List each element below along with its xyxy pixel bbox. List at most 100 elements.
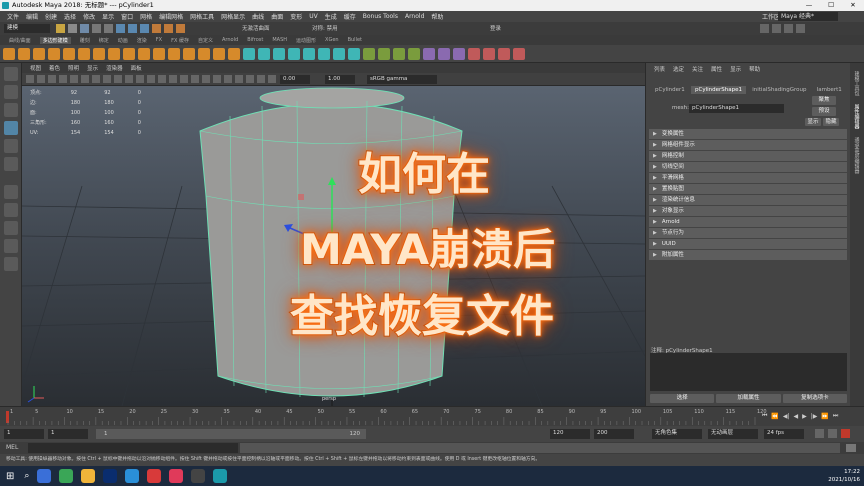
focus-button[interactable]: 聚焦 [812,96,836,105]
vtab-modeling-toolkit[interactable]: 建模工具包 [854,71,861,96]
menu-bonus-tools[interactable]: Bonus Tools [363,13,398,20]
anim-start-field[interactable]: 1 [4,429,44,439]
separate-icon[interactable] [258,47,270,60]
planar-mapping-icon[interactable] [438,47,450,60]
shelf-tab-bifrost[interactable]: Bifrost [247,37,263,43]
poly-cylinder-icon[interactable] [33,47,45,60]
ae-menu-help[interactable]: 帮助 [749,65,760,73]
poly-cone-icon[interactable] [48,47,60,60]
menu-set-dropdown[interactable]: 建模 [4,24,50,33]
bookmarks-icon[interactable] [48,75,56,83]
uv-editor-icon[interactable] [423,47,435,60]
image-plane-icon[interactable] [59,75,67,83]
target-weld-icon[interactable] [378,47,390,60]
shelf-tab-rendering[interactable]: 渲染 [137,37,147,44]
layout-graph-icon[interactable] [3,257,18,271]
menu-cache[interactable]: 缓存 [344,12,356,21]
ae-tab-material[interactable]: lambert1 [813,86,846,94]
smooth-icon[interactable] [273,47,285,60]
wps-icon[interactable] [147,469,162,483]
vp-menu-renderer[interactable]: 渲染器 [106,64,123,72]
menu-mesh-tools[interactable]: 网格工具 [190,12,214,21]
color-space-dropdown[interactable]: sRGB gamma [367,75,437,84]
move-tool-icon[interactable] [3,121,18,135]
shelf-tab-sculpting[interactable]: 雕刻 [80,37,90,44]
close-button[interactable]: ✕ [842,0,864,11]
vp-menu-lighting[interactable]: 照明 [68,64,79,72]
automatic-mapping-icon[interactable] [453,47,465,60]
delete-all-icon[interactable] [513,47,525,60]
go-to-start-icon[interactable]: ⏮ [762,412,767,420]
chrome-icon[interactable] [59,469,74,483]
layout-two-icon[interactable] [3,221,18,235]
poly-torus-icon[interactable] [63,47,75,60]
shelf-tab-motion-graphics[interactable]: 运动图形 [296,37,316,44]
pipe-icon[interactable] [183,47,195,60]
range-slider[interactable]: 1 120 [96,429,366,439]
menu-create[interactable]: 创建 [45,12,57,21]
ae-section-node-behavior[interactable]: ▶ 节点行为 [649,228,847,238]
step-forward-frame-icon[interactable]: |▶ [811,413,818,420]
go-to-end-icon[interactable]: ⏭ [833,412,838,420]
poly-text-icon[interactable] [213,47,225,60]
shelf-tab-xgen[interactable]: XGen [325,37,339,43]
shelf-tab-bullet[interactable]: Bullet [348,37,362,43]
undo-icon[interactable] [92,24,101,33]
vtab-attribute-editor[interactable]: 属性编辑器 [854,104,861,129]
redo-icon[interactable] [104,24,113,33]
file-explorer-icon[interactable] [81,469,96,483]
shelf-tab-arnold[interactable]: Arnold [222,37,238,43]
shadows-icon[interactable] [202,75,210,83]
ae-section-render-stats[interactable]: ▶ 渲染统计信息 [649,195,847,205]
ae-section-transform[interactable]: ▶ 变换属性 [649,129,847,139]
menu-mesh[interactable]: 网格 [140,12,152,21]
open-scene-icon[interactable] [68,24,77,33]
layout-outliner-icon[interactable] [3,239,18,253]
shelf-tab-fx-caching[interactable]: FX 缓存 [171,37,189,44]
svg-icon[interactable] [228,47,240,60]
menu-surfaces[interactable]: 曲面 [271,12,283,21]
ae-menu-focus[interactable]: 关注 [692,65,703,73]
helix-icon[interactable] [168,47,180,60]
soccer-ball-icon[interactable] [153,47,165,60]
ae-section-object-display[interactable]: ▶ 对象显示 [649,206,847,216]
wireframe-icon[interactable] [147,75,155,83]
loop-icon[interactable] [815,429,824,438]
gamma-field[interactable]: 1.00 [325,75,355,84]
qq-icon[interactable] [125,469,140,483]
snap-grid-icon[interactable] [152,24,161,33]
select-button[interactable]: 选择 [650,394,715,403]
save-scene-icon[interactable] [80,24,89,33]
ambient-occlusion-icon[interactable] [213,75,221,83]
tool-settings-icon[interactable] [784,24,793,33]
smooth-shade-icon[interactable] [158,75,166,83]
bevel-icon[interactable] [348,47,360,60]
freeze-transform-icon[interactable] [483,47,495,60]
live-surface-label[interactable]: 无激活曲面 [242,24,270,32]
anti-aliasing-icon[interactable] [224,75,232,83]
hide-button[interactable]: 隐藏 [823,118,839,126]
layout-single-icon[interactable] [3,185,18,199]
notes-textarea[interactable] [650,353,847,391]
ae-tab-transform[interactable]: pCylinder1 [651,86,689,94]
menu-windows[interactable]: 窗口 [121,12,133,21]
resolution-gate-icon[interactable] [92,75,100,83]
ae-tab-shading-group[interactable]: initialShadingGroup [748,86,810,94]
poly-disc-icon[interactable] [93,47,105,60]
vp-menu-view[interactable]: 视图 [30,64,41,72]
play-backwards-icon[interactable]: ◀ [794,413,799,420]
snap-point-icon[interactable] [176,24,185,33]
layout-four-icon[interactable] [3,203,18,217]
new-scene-icon[interactable] [56,24,65,33]
snap-curve-icon[interactable] [164,24,173,33]
shelf-tab-poly-modeling[interactable]: 多边形建模 [39,36,71,44]
maximize-button[interactable]: ☐ [820,0,842,11]
channel-box-icon[interactable] [796,24,805,33]
select-by-object-icon[interactable] [128,24,137,33]
ae-menu-attributes[interactable]: 属性 [711,65,722,73]
photoshop-icon[interactable] [103,469,118,483]
menu-display[interactable]: 显示 [102,12,114,21]
center-pivot-icon[interactable] [468,47,480,60]
app-icon[interactable] [169,469,184,483]
poly-sphere-icon[interactable] [3,47,15,60]
